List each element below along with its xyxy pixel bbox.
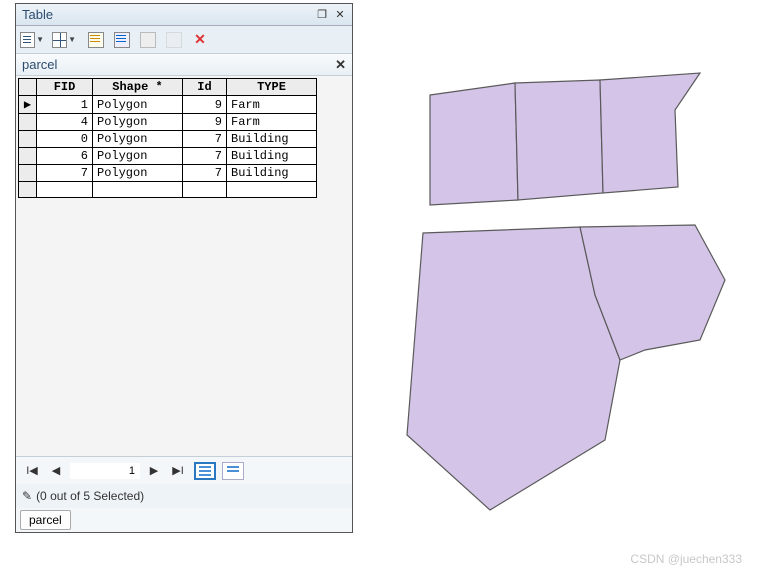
cell-id[interactable]: 9 — [183, 96, 227, 114]
row-selector[interactable] — [19, 165, 37, 182]
cell-id[interactable]: 9 — [183, 114, 227, 131]
cell-shape[interactable]: Polygon — [93, 148, 183, 165]
related-tables-button[interactable]: ▼ — [52, 29, 76, 51]
layer-tab[interactable]: parcel — [20, 510, 71, 530]
cell-type[interactable]: Building — [227, 148, 317, 165]
cell-id[interactable]: 7 — [183, 165, 227, 182]
cell-type[interactable]: Building — [227, 165, 317, 182]
cell-shape[interactable]: Polygon — [93, 131, 183, 148]
cell-fid[interactable]: 7 — [37, 165, 93, 182]
first-record-button[interactable]: I◀ — [22, 462, 42, 480]
last-record-button[interactable]: ▶I — [168, 462, 188, 480]
map-view[interactable] — [395, 65, 735, 535]
window-title: Table — [20, 7, 312, 22]
row-selector[interactable] — [19, 148, 37, 165]
row-selector-header[interactable] — [19, 79, 37, 96]
delete-selected-button[interactable]: ✕ — [188, 29, 212, 51]
next-record-button[interactable]: ▶ — [144, 462, 164, 480]
table-header-row: FID Shape * Id TYPE — [19, 79, 317, 96]
tab-strip: parcel — [16, 508, 352, 532]
cell-type[interactable]: Building — [227, 131, 317, 148]
table-window: Table ❐ ✕ ▼ ▼ ✕ parcel ✕ FID Shape * Id … — [15, 3, 353, 533]
layer-header: parcel ✕ — [16, 54, 352, 76]
layer-close-button[interactable]: ✕ — [335, 57, 346, 73]
toolbar: ▼ ▼ ✕ — [16, 26, 352, 54]
cell-type[interactable]: Farm — [227, 114, 317, 131]
zoom-selected-button[interactable] — [162, 29, 186, 51]
column-header[interactable]: Id — [183, 79, 227, 96]
clear-selection-button[interactable] — [136, 29, 160, 51]
restore-button[interactable]: ❐ — [314, 8, 330, 22]
cell-fid[interactable]: 1 — [37, 96, 93, 114]
table-row[interactable]: 0Polygon7Building — [19, 131, 317, 148]
column-header[interactable]: TYPE — [227, 79, 317, 96]
titlebar: Table ❐ ✕ — [16, 4, 352, 26]
cell-fid[interactable]: 4 — [37, 114, 93, 131]
list-options-button[interactable]: ▼ — [20, 29, 44, 51]
row-selector[interactable]: ▶ — [19, 96, 37, 114]
table-row[interactable]: 6Polygon7Building — [19, 148, 317, 165]
column-header[interactable]: Shape * — [93, 79, 183, 96]
record-position-input[interactable] — [70, 463, 140, 479]
row-selector[interactable] — [19, 114, 37, 131]
prev-record-button[interactable]: ◀ — [46, 462, 66, 480]
table-row[interactable]: 4Polygon9Farm — [19, 114, 317, 131]
row-selector[interactable] — [19, 131, 37, 148]
cell-type[interactable]: Farm — [227, 96, 317, 114]
cell-id[interactable]: 7 — [183, 131, 227, 148]
selection-status: (0 out of 5 Selected) — [36, 489, 144, 503]
cell-shape[interactable]: Polygon — [93, 96, 183, 114]
column-header[interactable]: FID — [37, 79, 93, 96]
attribute-table[interactable]: FID Shape * Id TYPE ▶1Polygon9Farm4Polyg… — [18, 78, 317, 198]
cell-shape[interactable]: Polygon — [93, 114, 183, 131]
table-area: FID Shape * Id TYPE ▶1Polygon9Farm4Polyg… — [16, 76, 352, 456]
record-navigator: I◀ ◀ ▶ ▶I — [16, 456, 352, 484]
show-selected-button[interactable] — [222, 462, 244, 480]
cell-id[interactable]: 7 — [183, 148, 227, 165]
show-all-button[interactable] — [194, 462, 216, 480]
layer-name: parcel — [22, 57, 335, 72]
status-bar: ✎ (0 out of 5 Selected) — [16, 484, 352, 508]
close-button[interactable]: ✕ — [332, 8, 348, 22]
switch-selection-button[interactable] — [110, 29, 134, 51]
cell-fid[interactable]: 6 — [37, 148, 93, 165]
watermark: CSDN @juechen333 — [630, 552, 742, 566]
cell-fid[interactable]: 0 — [37, 131, 93, 148]
pencil-icon: ✎ — [22, 489, 32, 503]
table-row[interactable]: ▶1Polygon9Farm — [19, 96, 317, 114]
table-empty-row — [19, 182, 317, 198]
table-row[interactable]: 7Polygon7Building — [19, 165, 317, 182]
cell-shape[interactable]: Polygon — [93, 165, 183, 182]
select-by-attributes-button[interactable] — [84, 29, 108, 51]
